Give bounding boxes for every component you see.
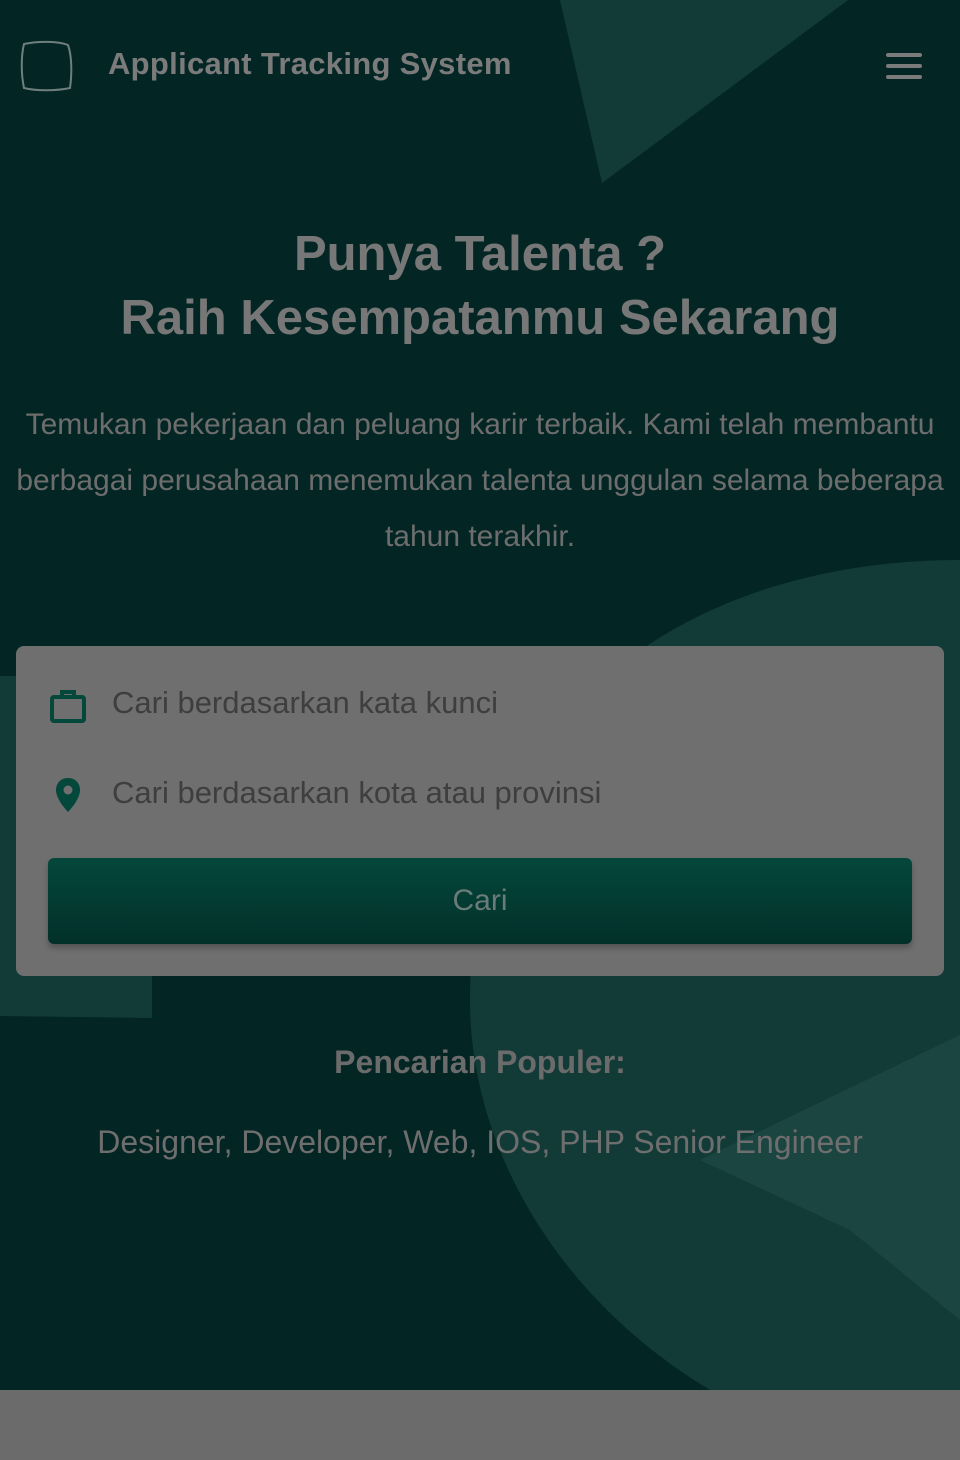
popular-item-web[interactable]: Web bbox=[403, 1124, 468, 1160]
popular-searches-title: Pencarian Populer: bbox=[334, 1044, 626, 1080]
popular-item-developer[interactable]: Developer bbox=[241, 1124, 385, 1160]
search-button[interactable]: Cari bbox=[48, 858, 912, 944]
search-card: Cari bbox=[16, 646, 944, 976]
keyword-search-input[interactable] bbox=[112, 668, 902, 738]
popular-item-designer[interactable]: Designer bbox=[97, 1124, 223, 1160]
brand-title[interactable]: Applicant Tracking System bbox=[108, 46, 512, 82]
briefcase-icon bbox=[50, 690, 86, 723]
footer-band bbox=[0, 1390, 960, 1460]
location-field bbox=[48, 758, 912, 828]
hero-section: Applicant Tracking System Punya Talenta … bbox=[0, 0, 960, 1390]
popular-item-ios[interactable]: IOS bbox=[486, 1124, 541, 1160]
popular-searches-list: Designer, Developer, Web, IOS, PHP Senio… bbox=[97, 1124, 863, 1160]
map-pin-icon bbox=[56, 778, 80, 812]
hero-headline: Punya Talenta ? Raih Kesempatanmu Sekara… bbox=[0, 222, 960, 350]
navbar: Applicant Tracking System bbox=[0, 0, 960, 130]
rounded-square-logo-icon[interactable] bbox=[18, 40, 74, 92]
hamburger-menu-icon[interactable] bbox=[880, 48, 928, 84]
popular-item-php-senior-engineer[interactable]: PHP Senior Engineer bbox=[559, 1124, 863, 1160]
hero-description: Temukan pekerjaan dan peluang karir terb… bbox=[16, 408, 944, 553]
headline-line-2: Raih Kesempatanmu Sekarang bbox=[120, 291, 840, 345]
location-search-input[interactable] bbox=[112, 758, 902, 828]
keyword-field bbox=[48, 668, 912, 738]
headline-line-1: Punya Talenta ? bbox=[293, 227, 667, 281]
